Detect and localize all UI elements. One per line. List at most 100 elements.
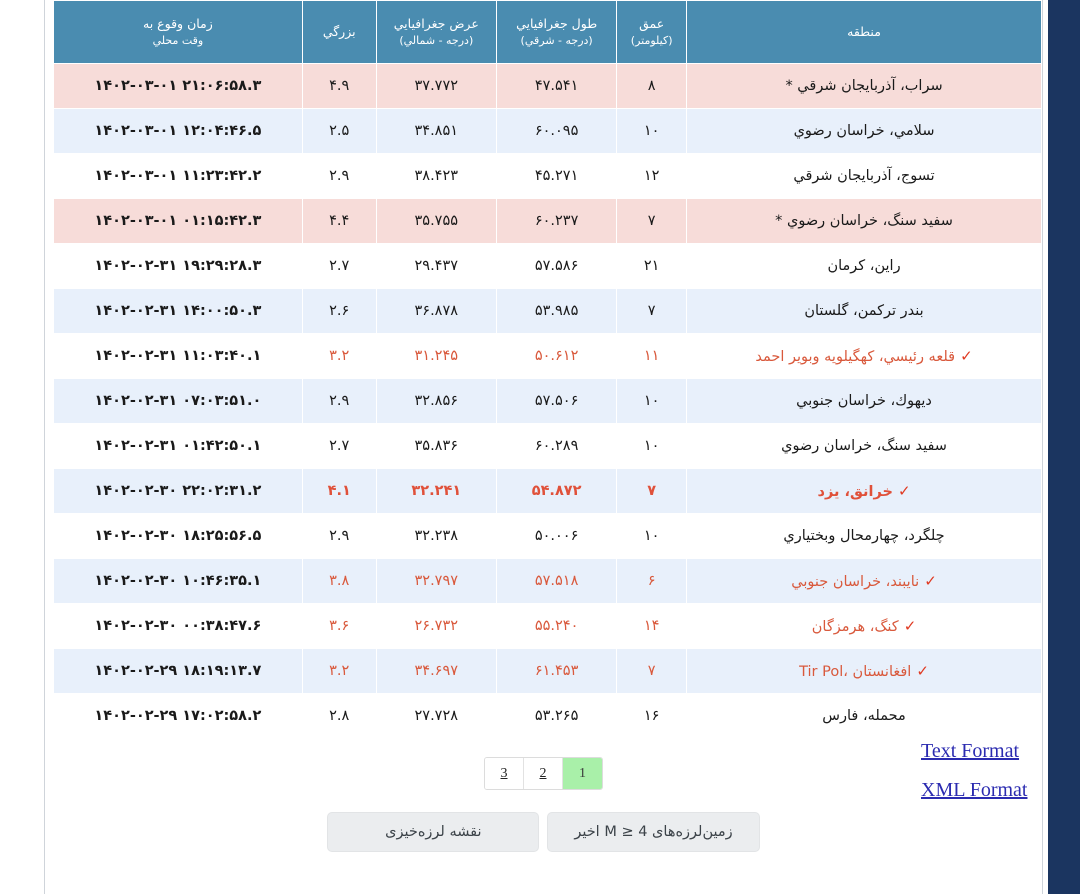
region-label: قلعه رئيسي، کهگيلويه وبوير احمد <box>755 349 956 365</box>
cell-region: ✓خرانق، يزد <box>687 469 1041 513</box>
region-label: نايبند، خراسان جنوبي <box>791 574 920 590</box>
region-label: ديهوك، خراسان جنوبي <box>796 393 932 409</box>
table-body: سراب، آذربايجان شرقي * ۸ ۴۷.۵۴۱ ۳۷.۷۷۲ ۴.۹ ۱۴… <box>54 64 1041 738</box>
region-label: سراب، آذربايجان شرقي * <box>785 78 943 94</box>
pagination-page-link[interactable]: 3 <box>485 758 524 789</box>
pagination-current-page: 1 <box>563 758 602 789</box>
check-icon: ✓ <box>924 572 937 590</box>
cell-latitude: ۳۵.۷۵۵ <box>376 199 496 243</box>
cell-latitude: ۳۲.۲۳۸ <box>376 514 496 558</box>
cell-depth: ۱۰ <box>617 379 687 423</box>
cell-depth: ۱۰ <box>617 109 687 153</box>
cell-region: ✓Tir Pol، افغانستان <box>687 649 1041 693</box>
seismicity-map-label: نقشه لرزه‌خیزی <box>385 824 482 840</box>
table-row: بندر ترکمن، گلستان ۷ ۵۳.۹۸۵ ۳۶.۸۷۸ ۲.۶ ۱۴۰۲-۰… <box>54 289 1041 333</box>
cell-depth: ۲۱ <box>617 244 687 288</box>
check-icon: ✓ <box>960 347 973 365</box>
column-header-depth-title: عمق <box>639 15 665 31</box>
recent-m4-earthquakes-button[interactable]: زمین‌لرزه‌های M ≥ 4 اخیر <box>547 812 760 852</box>
cell-magnitude: ۲.۹ <box>302 154 376 198</box>
cell-latitude: ۳۲.۸۵۶ <box>376 379 496 423</box>
column-header-longitude-unit: (درجه - شرقي) <box>520 33 593 47</box>
cell-magnitude: ۳.۶ <box>302 604 376 648</box>
column-header-longitude: طول جغرافيايي (درجه - شرقي) <box>496 1 617 63</box>
cell-region: سفيد سنگ، خراسان رضوي * <box>687 199 1041 243</box>
cell-magnitude: ۲.۹ <box>302 514 376 558</box>
check-icon: ✓ <box>897 482 911 500</box>
cell-magnitude: ۲.۸ <box>302 694 376 738</box>
cell-magnitude: ۴.۴ <box>302 199 376 243</box>
cell-depth: ۱۲ <box>617 154 687 198</box>
column-header-latitude: عرض جغرافيايي (درجه - شمالي) <box>376 1 496 63</box>
bottom-button-row: زمین‌لرزه‌های M ≥ 4 اخیر نقشه لرزه‌خیزی <box>45 812 1042 852</box>
cell-time: ۱۴۰۲-۰۲-۳۰ ۲۲:۰۲:۳۱.۲ <box>54 469 302 513</box>
seismicity-map-button[interactable]: نقشه لرزه‌خیزی <box>327 812 540 852</box>
cell-magnitude: ۲.۷ <box>302 424 376 468</box>
cell-magnitude: ۴.۹ <box>302 64 376 108</box>
pagination[interactable]: 321 <box>484 757 603 790</box>
cell-longitude: ۶۱.۴۵۳ <box>496 649 617 693</box>
cell-region: سراب، آذربايجان شرقي * <box>687 64 1041 108</box>
table-row: چلگرد، چهارمحال وبختياري ۱۰ ۵۰.۰۰۶ ۳۲.۲۳۸ ۲.… <box>54 514 1041 558</box>
cell-latitude: ۲۷.۷۲۸ <box>376 694 496 738</box>
earthquake-table: منطقه عمق (کیلومتر) طول جغرافيايي (درجه … <box>53 0 1042 739</box>
cell-time: ۱۴۰۲-۰۲-۳۱ ۰۷:۰۳:۵۱.۰ <box>54 379 302 423</box>
cell-region: سلامي، خراسان رضوي <box>687 109 1041 153</box>
table-row: راين، کرمان ۲۱ ۵۷.۵۸۶ ۲۹.۴۳۷ ۲.۷ ۱۴۰۲-۰۲-۳۱ ۱… <box>54 244 1041 288</box>
cell-time: ۱۴۰۲-۰۲-۳۰ ۰۰:۳۸:۴۷.۶ <box>54 604 302 648</box>
cell-longitude: ۴۵.۲۷۱ <box>496 154 617 198</box>
column-header-magnitude-title: بزرگي <box>322 23 356 39</box>
cell-time: ۱۴۰۲-۰۲-۳۱ ۰۱:۴۲:۵۰.۱ <box>54 424 302 468</box>
cell-magnitude: ۲.۹ <box>302 379 376 423</box>
table-row: تسوج، آذربايجان شرقي ۱۲ ۴۵.۲۷۱ ۳۸.۴۲۳ ۲.۹ ۱۴۰… <box>54 154 1041 198</box>
column-header-time-sub: وقت محلي <box>152 33 204 47</box>
cell-latitude: ۳۶.۸۷۸ <box>376 289 496 333</box>
cell-time: ۱۴۰۲-۰۳-۰۱ ۱۲:۰۴:۴۶.۵ <box>54 109 302 153</box>
cell-latitude: ۳۲.۲۴۱ <box>376 469 496 513</box>
column-header-depth: عمق (کیلومتر) <box>617 1 687 63</box>
column-header-latitude-title: عرض جغرافيايي <box>393 15 479 31</box>
column-header-time-title: زمان وقوع به <box>143 15 213 31</box>
check-icon: ✓ <box>916 662 929 680</box>
cell-time: ۱۴۰۲-۰۲-۳۱ ۱۹:۲۹:۲۸.۳ <box>54 244 302 288</box>
check-icon: ✓ <box>903 617 917 635</box>
cell-magnitude: ۴.۱ <box>302 469 376 513</box>
table-row: سراب، آذربايجان شرقي * ۸ ۴۷.۵۴۱ ۳۷.۷۷۲ ۴.۹ ۱۴… <box>54 64 1041 108</box>
pagination-page-link[interactable]: 2 <box>524 758 563 789</box>
cell-longitude: ۴۷.۵۴۱ <box>496 64 617 108</box>
cell-magnitude: ۲.۶ <box>302 289 376 333</box>
cell-longitude: ۵۷.۵۰۶ <box>496 379 617 423</box>
cell-longitude: ۶۰.۲۳۷ <box>496 199 617 243</box>
cell-time: ۱۴۰۲-۰۳-۰۱ ۱۱:۲۳:۴۲.۲ <box>54 154 302 198</box>
column-header-magnitude: بزرگي <box>302 1 376 63</box>
cell-time: ۱۴۰۲-۰۲-۲۹ ۱۸:۱۹:۱۳.۷ <box>54 649 302 693</box>
cell-region: چلگرد، چهارمحال وبختياري <box>687 514 1041 558</box>
cell-region: ✓کنگ، هرمزگان <box>687 604 1041 648</box>
column-header-longitude-title: طول جغرافيايي <box>516 15 598 31</box>
cell-latitude: ۳۴.۶۹۷ <box>376 649 496 693</box>
cell-latitude: ۳۱.۲۴۵ <box>376 334 496 378</box>
right-rail <box>1048 0 1080 894</box>
cell-region: محمله، فارس <box>687 694 1041 738</box>
cell-longitude: ۵۳.۲۶۵ <box>496 694 617 738</box>
cell-region: ✓نايبند، خراسان جنوبي <box>687 559 1041 603</box>
cell-longitude: ۵۷.۵۸۶ <box>496 244 617 288</box>
cell-depth: ۷ <box>617 289 687 333</box>
cell-depth: ۶ <box>617 559 687 603</box>
cell-time: ۱۴۰۲-۰۳-۰۱ ۰۱:۱۵:۴۲.۳ <box>54 199 302 243</box>
table-row: سفيد سنگ، خراسان رضوي * ۷ ۶۰.۲۳۷ ۳۵.۷۵۵ ۴.۴ ۱… <box>54 199 1041 243</box>
region-label: محمله، فارس <box>822 708 906 724</box>
table-header: منطقه عمق (کیلومتر) طول جغرافيايي (درجه … <box>54 1 1041 63</box>
region-label: کنگ، هرمزگان <box>811 619 899 635</box>
cell-depth: ۷ <box>617 469 687 513</box>
column-header-latitude-unit: (درجه - شمالي) <box>399 33 474 47</box>
cell-depth: ۱۰ <box>617 424 687 468</box>
cell-longitude: ۵۳.۹۸۵ <box>496 289 617 333</box>
cell-longitude: ۵۴.۸۷۲ <box>496 469 617 513</box>
cell-region: سفيد سنگ، خراسان رضوي <box>687 424 1041 468</box>
table-row: سلامي، خراسان رضوي ۱۰ ۶۰.۰۹۵ ۳۴.۸۵۱ ۲.۵ ۱۴۰۲-… <box>54 109 1041 153</box>
cell-time: ۱۴۰۲-۰۲-۳۱ ۱۱:۰۳:۴۰.۱ <box>54 334 302 378</box>
cell-latitude: ۲۶.۷۳۲ <box>376 604 496 648</box>
cell-latitude: ۲۹.۴۳۷ <box>376 244 496 288</box>
cell-depth: ۷ <box>617 649 687 693</box>
